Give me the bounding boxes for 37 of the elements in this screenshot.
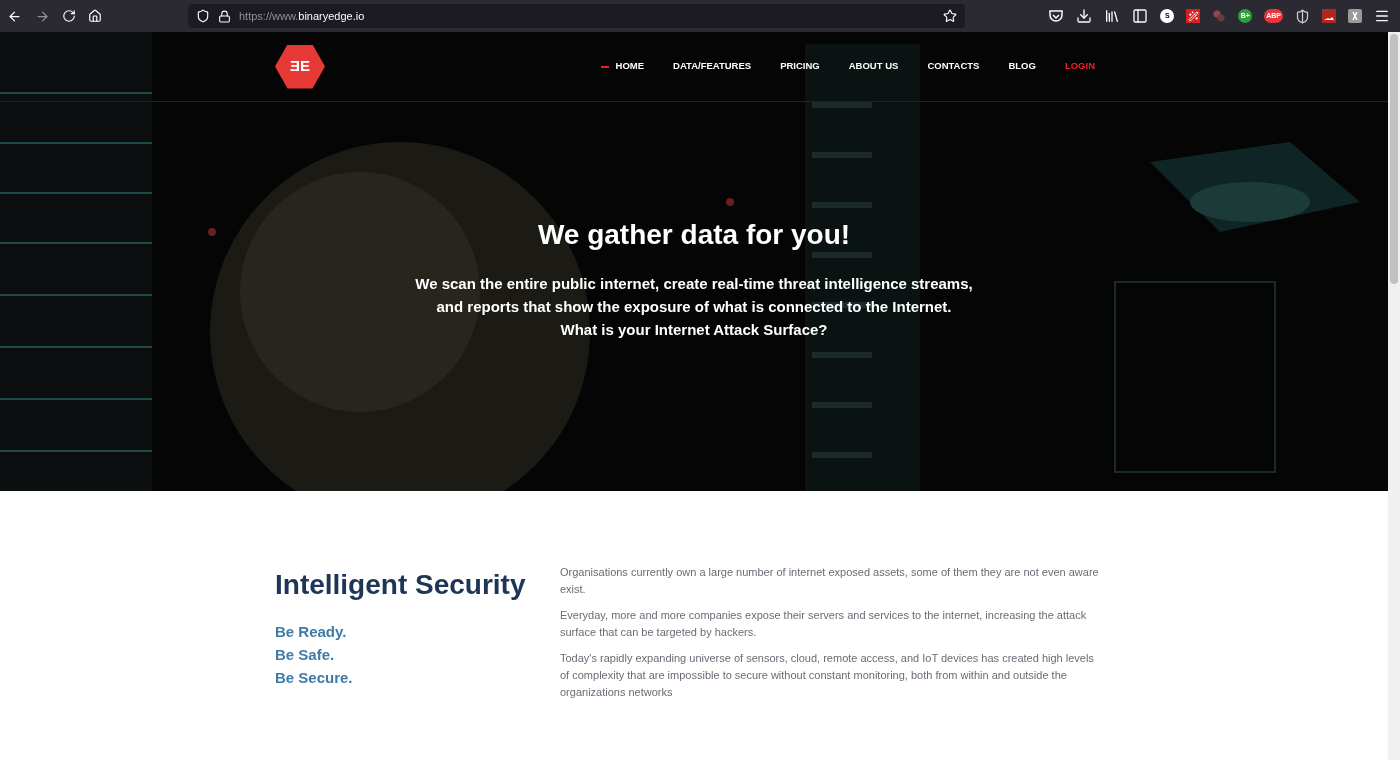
chart-icon[interactable] bbox=[1322, 9, 1336, 23]
lock-icon bbox=[218, 9, 231, 23]
paragraph: Today's rapidly expanding universe of sensors, cloud, remote access, and IoT devices has created high levels of complexity that are impossible to secure without constant monitoring, both from within and outside the organizations networks bbox=[560, 651, 1095, 700]
nav-link[interactable]: ABOUT US bbox=[848, 59, 899, 74]
nav-link[interactable]: PRICING bbox=[780, 59, 820, 74]
address-bar[interactable]: https://www.binaryedge.io bbox=[188, 4, 965, 28]
login-link[interactable]: LOGIN bbox=[1064, 59, 1095, 74]
slogan: Be Secure. bbox=[275, 668, 354, 688]
nav-link[interactable]: BLOG bbox=[1008, 59, 1036, 74]
nav-link[interactable]: DATA/FEATURES bbox=[673, 59, 752, 74]
wand-icon[interactable] bbox=[1186, 9, 1201, 23]
scrollbar[interactable] bbox=[1388, 32, 1400, 760]
slogan: Be Safe. bbox=[275, 645, 336, 665]
dots-icon[interactable] bbox=[1212, 9, 1227, 23]
download-icon[interactable] bbox=[1076, 8, 1093, 24]
hero-title: We gather data for you! bbox=[537, 218, 851, 252]
section-heading: Intelligent Security bbox=[275, 568, 527, 602]
nav-link[interactable]: HOME bbox=[600, 59, 645, 74]
nav-link[interactable]: CONTACTS bbox=[927, 59, 980, 74]
active-indicator bbox=[600, 65, 609, 68]
menu-icon[interactable] bbox=[1374, 8, 1390, 24]
pocket-icon[interactable] bbox=[1048, 8, 1065, 24]
home-icon[interactable] bbox=[88, 9, 102, 23]
shield-icon bbox=[196, 9, 210, 23]
reload-icon[interactable] bbox=[62, 9, 76, 23]
bookmark-star-icon[interactable] bbox=[943, 9, 957, 23]
paragraph: Organisations currently own a large number of internet exposed assets, some of them they are not even aware exist. bbox=[560, 565, 1100, 597]
hero-text: We scan the entire public internet, create real-time threat intelligence streams, and reports that show the exposure of what is connected to the Internet. What is your Internet Attack Surface? bbox=[415, 274, 973, 340]
library-icon[interactable] bbox=[1104, 8, 1121, 24]
url-text: https://www.binaryedge.io bbox=[239, 8, 365, 24]
forward-icon[interactable] bbox=[35, 8, 50, 24]
paragraph: Everyday, more and more companies expose their servers and services to the internet, increasing the attack surface that can be targeted by hackers. bbox=[560, 608, 1088, 640]
back-icon[interactable] bbox=[7, 8, 22, 24]
shield-icon[interactable] bbox=[1295, 8, 1310, 24]
slogan: Be Ready. bbox=[275, 622, 348, 642]
sidebar-icon[interactable] bbox=[1132, 8, 1149, 24]
tile-icon[interactable] bbox=[1348, 9, 1362, 23]
